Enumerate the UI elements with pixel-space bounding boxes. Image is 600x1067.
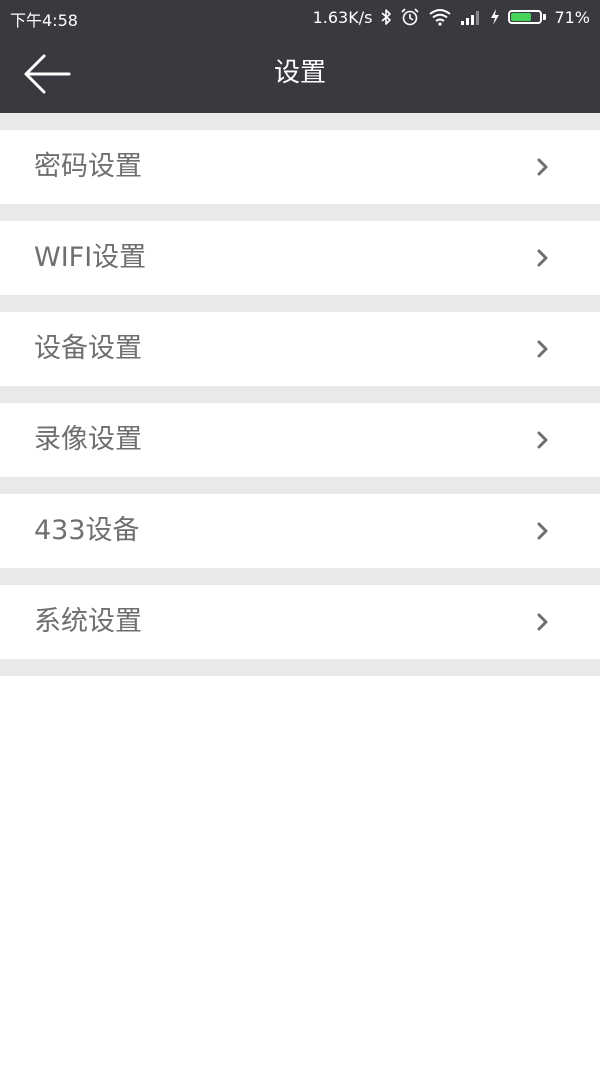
chevron-right-icon xyxy=(537,431,548,449)
menu-item-label: 密码设置 xyxy=(34,151,142,182)
status-bar: 下午4:58 1.63K/s 71% xyxy=(0,0,600,34)
title-bar: 设置 xyxy=(0,34,600,113)
page-title: 设置 xyxy=(273,58,326,88)
menu-item-recording[interactable]: 录像设置 xyxy=(0,403,600,477)
menu-item-label: WIFI设置 xyxy=(34,242,147,273)
divider xyxy=(0,386,600,403)
signal-icon xyxy=(461,11,480,25)
menu-item-label: 433设备 xyxy=(34,515,140,546)
menu-item-password[interactable]: 密码设置 xyxy=(0,130,600,204)
divider xyxy=(0,659,600,676)
chevron-right-icon xyxy=(537,158,548,176)
menu-item-label: 录像设置 xyxy=(34,424,142,455)
menu-item-system[interactable]: 系统设置 xyxy=(0,585,600,659)
chevron-right-icon xyxy=(537,340,548,358)
divider xyxy=(0,477,600,494)
charging-icon xyxy=(491,9,500,25)
divider xyxy=(0,295,600,312)
menu-item-label: 系统设置 xyxy=(34,606,142,637)
status-time: 下午4:58 xyxy=(10,11,78,30)
menu-item-433-device[interactable]: 433设备 xyxy=(0,494,600,568)
bluetooth-icon xyxy=(381,9,392,25)
battery-percent: 71% xyxy=(554,7,590,27)
menu-item-device[interactable]: 设备设置 xyxy=(0,312,600,386)
menu-item-wifi[interactable]: WIFI设置 xyxy=(0,221,600,295)
net-speed: 1.63K/s xyxy=(312,7,373,27)
wifi-icon xyxy=(429,9,452,26)
app-header: 下午4:58 1.63K/s 71% 设置 xyxy=(0,0,600,113)
chevron-right-icon xyxy=(537,613,548,631)
divider xyxy=(0,113,600,130)
divider xyxy=(0,204,600,221)
menu-item-label: 设备设置 xyxy=(34,333,142,364)
chevron-right-icon xyxy=(537,249,548,267)
chevron-right-icon xyxy=(537,522,548,540)
alarm-icon xyxy=(401,8,420,26)
battery-icon xyxy=(508,10,547,24)
status-icons: 1.63K/s 71% xyxy=(313,6,590,28)
divider xyxy=(0,568,600,585)
settings-list: 密码设置 WIFI设置 设备设置 录像设置 433设备 系统设置 xyxy=(0,113,600,676)
